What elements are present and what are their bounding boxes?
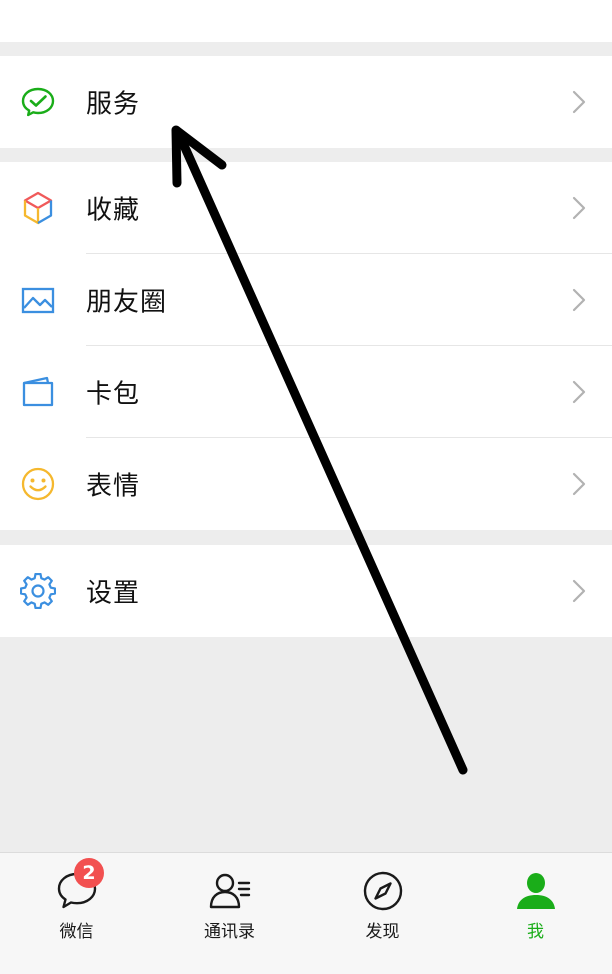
contacts-icon <box>208 869 252 913</box>
menu-item-favorites[interactable]: 收藏 <box>0 162 612 254</box>
menu-label-settings: 设置 <box>86 578 141 609</box>
chevron-right-icon <box>572 196 586 220</box>
top-strip <box>0 0 612 42</box>
cube-icon <box>20 190 56 226</box>
image-icon <box>20 282 56 318</box>
card-icon <box>20 374 56 410</box>
gear-icon <box>20 573 56 609</box>
menu-item-moments[interactable]: 朋友圈 <box>0 254 612 346</box>
chevron-right-icon <box>572 90 586 114</box>
tab-discover[interactable]: 发现 <box>306 853 459 974</box>
menu-item-cards[interactable]: 卡包 <box>0 346 612 438</box>
menu-item-services[interactable]: 服务 <box>0 56 612 148</box>
unread-badge: 2 <box>74 858 104 888</box>
compass-icon <box>361 869 405 913</box>
menu-label-stickers: 表情 <box>86 471 141 502</box>
features-section: 收藏 朋友圈 卡包 表情 <box>0 162 612 530</box>
tab-label-me: 我 <box>527 922 544 942</box>
chevron-right-icon <box>572 579 586 603</box>
menu-label-favorites: 收藏 <box>86 195 141 226</box>
tab-contacts[interactable]: 通讯录 <box>153 853 306 974</box>
menu-label-cards: 卡包 <box>86 379 141 410</box>
settings-section: 设置 <box>0 545 612 637</box>
menu-label-moments: 朋友圈 <box>86 287 168 318</box>
chevron-right-icon <box>572 472 586 496</box>
tab-label-contacts: 通讯录 <box>204 922 255 942</box>
menu-label-services: 服务 <box>86 89 141 120</box>
bottom-tab-bar: 2 微信 通讯录 发现 我 <box>0 852 612 974</box>
smiley-icon <box>20 466 56 502</box>
menu-item-settings[interactable]: 设置 <box>0 545 612 637</box>
tab-label-chats: 微信 <box>59 922 94 942</box>
services-section: 服务 <box>0 56 612 148</box>
tab-label-discover: 发现 <box>365 922 400 942</box>
tab-chats[interactable]: 2 微信 <box>0 853 153 974</box>
tab-me[interactable]: 我 <box>459 853 612 974</box>
chevron-right-icon <box>572 380 586 404</box>
chevron-right-icon <box>572 288 586 312</box>
person-icon <box>514 869 558 913</box>
wechat-pay-icon <box>20 84 56 120</box>
menu-item-stickers[interactable]: 表情 <box>0 438 612 530</box>
